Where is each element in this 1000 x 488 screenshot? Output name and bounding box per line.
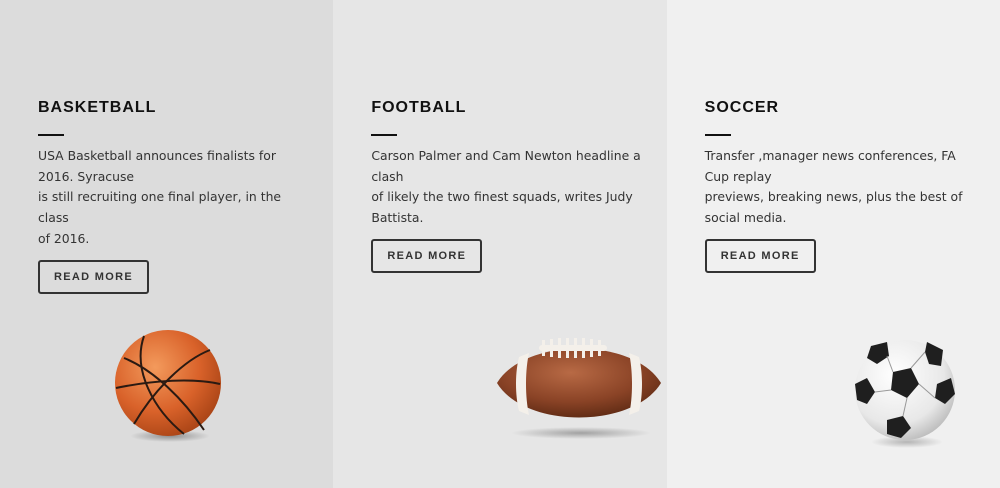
card-title: BASKETBALL [38, 99, 157, 116]
card-football: FOOTBALL Carson Palmer and Cam Newton he… [333, 0, 667, 488]
soccer-ball-icon [854, 340, 955, 448]
description-line: Carson Palmer and Cam Newton headline a [371, 148, 641, 163]
description-line: USA Basketball announces finalists for [38, 148, 276, 163]
description-line: Battista. [371, 210, 424, 226]
card-soccer: SOCCER Transfer ,manager news conference… [666, 0, 1000, 488]
description-line: of likely the two finest squads, writes … [371, 189, 633, 205]
basketball-icon [115, 330, 221, 442]
description-line: 2016. Syracuse [38, 168, 135, 184]
card-description: Carson Palmer and Cam Newton headline a … [371, 146, 641, 229]
description-line: of 2016. [38, 230, 90, 246]
description-line: clash [371, 168, 404, 184]
read-more-button[interactable]: READ MORE [371, 238, 483, 273]
card-title: FOOTBALL [371, 99, 467, 116]
description-line: previews, breaking news, plus the best o… [704, 189, 963, 205]
title-divider [38, 134, 64, 136]
title-divider [371, 134, 398, 136]
card-description: USA Basketball announces finalists for 2… [38, 146, 308, 250]
card-title: SOCCER [704, 99, 780, 116]
description-line: Transfer ,manager news conferences, FA [704, 148, 956, 163]
description-line: Cup replay [704, 168, 772, 184]
card-description: Transfer ,manager news conferences, FA C… [705, 146, 975, 229]
title-divider [704, 134, 731, 136]
description-line: is still recruiting one final player, in… [38, 189, 282, 226]
read-more-button[interactable]: READ MORE [38, 259, 149, 294]
american-football-icon [497, 338, 662, 439]
card-basketball: BASKETBALL USA Basketball announces fina… [0, 0, 334, 488]
description-line: social media. [704, 210, 787, 226]
read-more-button[interactable]: READ MORE [704, 238, 816, 273]
sports-cards: BASKETBALL USA Basketball announces fina… [0, 0, 1000, 488]
